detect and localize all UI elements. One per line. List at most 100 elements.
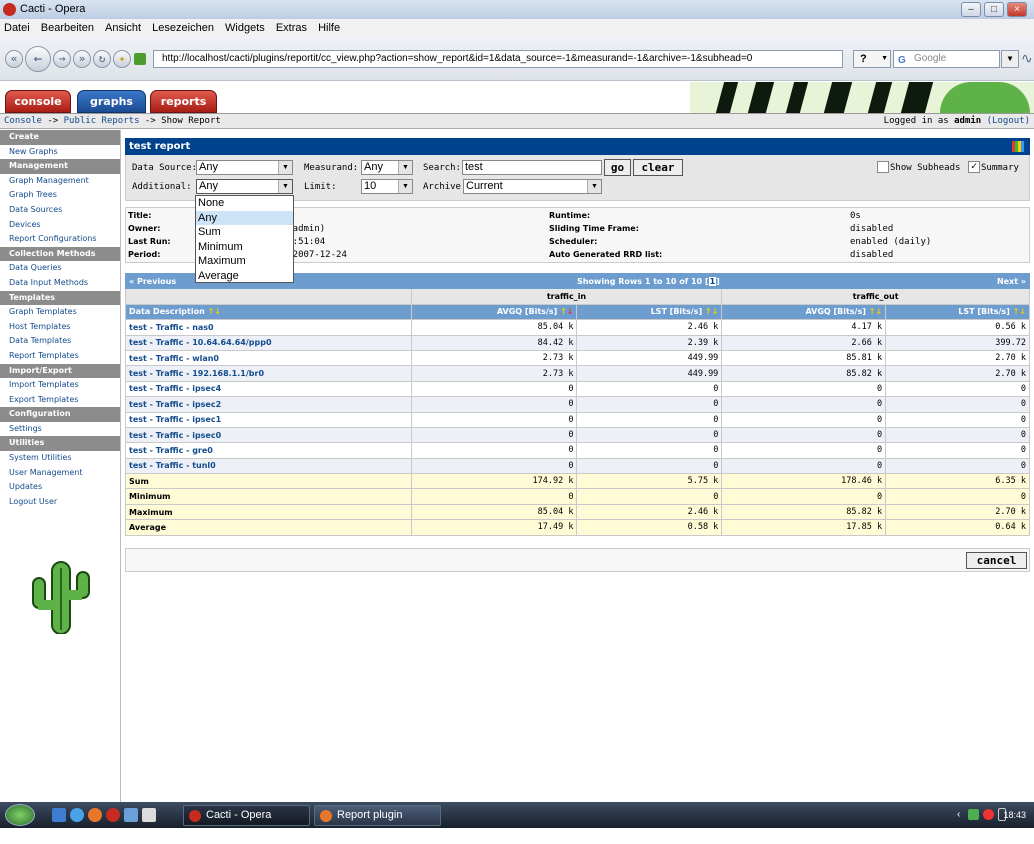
sidebar-item[interactable]: User Management: [0, 466, 120, 481]
sort-arrows-icon[interactable]: ↑↓: [869, 307, 882, 316]
start-button[interactable]: [5, 804, 35, 826]
sidebar-item[interactable]: Graph Management: [0, 174, 120, 189]
logout-link[interactable]: (Logout): [987, 116, 1030, 126]
tray-network-icon[interactable]: [968, 809, 979, 820]
sort-arrows-icon[interactable]: ↑↓: [1013, 307, 1026, 316]
sidebar-item[interactable]: Data Queries: [0, 261, 120, 276]
show-desktop-icon[interactable]: [52, 808, 66, 822]
dropdown-option[interactable]: None: [196, 196, 293, 211]
menu-widgets[interactable]: Widgets: [221, 19, 269, 37]
tray-chevron-icon[interactable]: ‹: [957, 809, 960, 820]
col-avgq-out[interactable]: AVGQ [Bits/s] ↑↓: [721, 303, 887, 321]
summary-value: 0.58 k: [576, 519, 723, 536]
search-input[interactable]: G Google: [893, 50, 1000, 68]
col-desc[interactable]: Data Description ↑↓: [125, 303, 412, 321]
address-bar[interactable]: http://localhost/cacti/plugins/reportit/…: [153, 50, 843, 68]
summary-value: 178.46 k: [721, 473, 887, 490]
next-link[interactable]: Next »: [885, 272, 1030, 290]
back-icon[interactable]: ←: [25, 46, 51, 72]
clear-button[interactable]: clear: [633, 159, 683, 176]
menu-datei[interactable]: Datei: [0, 19, 34, 37]
data-source-select[interactable]: Any ▼: [196, 160, 293, 175]
report-search-input[interactable]: test: [462, 160, 602, 175]
menu-hilfe[interactable]: Hilfe: [314, 19, 344, 37]
col-avgq-in[interactable]: AVGQ [Bits/s] ↑↓: [410, 303, 578, 321]
wand-icon[interactable]: ✦: [113, 50, 131, 68]
sort-arrows-icon[interactable]: ↑↓: [208, 307, 221, 316]
close-button[interactable]: ×: [1007, 2, 1027, 17]
task-cacti-opera[interactable]: Cacti - Opera: [183, 805, 310, 826]
row-value: 0: [576, 426, 723, 444]
tab-graphs[interactable]: graphs: [77, 90, 146, 113]
sidebar-item[interactable]: System Utilities: [0, 451, 120, 466]
sidebar-item[interactable]: Report Templates: [0, 349, 120, 364]
tab-console[interactable]: console: [5, 90, 71, 113]
search-engine-dropdown[interactable]: ▼: [1001, 50, 1019, 68]
sort-arrows-icon[interactable]: ↑↓: [705, 307, 718, 316]
tab-reports[interactable]: reports: [150, 90, 217, 113]
breadcrumb-public-reports[interactable]: Public Reports: [64, 116, 140, 126]
menu-extras[interactable]: Extras: [272, 19, 311, 37]
fast-forward-icon[interactable]: »: [73, 50, 91, 68]
sidebar-item[interactable]: Data Templates: [0, 334, 120, 349]
row-description-link[interactable]: test - Traffic - ipsec0: [125, 426, 412, 444]
sidebar-item[interactable]: Data Sources: [0, 203, 120, 218]
sidebar-item[interactable]: Import Templates: [0, 378, 120, 393]
row-description-link[interactable]: test - Traffic - ipsec1: [125, 411, 412, 428]
menu-lesezeichen[interactable]: Lesezeichen: [148, 19, 218, 37]
breadcrumb-console[interactable]: Console: [4, 116, 42, 126]
chart-icon[interactable]: [1012, 141, 1024, 152]
sidebar-item[interactable]: Report Configurations: [0, 232, 120, 247]
summary-checkbox[interactable]: ✓: [968, 161, 980, 173]
opera-icon[interactable]: [106, 808, 120, 822]
row-description-link[interactable]: test - Traffic - nas0: [125, 319, 412, 336]
row-description-link[interactable]: test - Traffic - gre0: [125, 442, 412, 459]
dropdown-option[interactable]: Any: [196, 210, 293, 225]
row-description-link[interactable]: test - Traffic - ipsec2: [125, 396, 412, 413]
minimize-button[interactable]: –: [961, 2, 981, 17]
help-button[interactable]: ? ▼: [853, 50, 891, 68]
sidebar-item[interactable]: Devices: [0, 218, 120, 233]
firefox-icon[interactable]: [88, 808, 102, 822]
show-subheads-checkbox[interactable]: [877, 161, 889, 173]
ie-icon[interactable]: [70, 808, 84, 822]
dropdown-option[interactable]: Average: [196, 269, 293, 284]
maximize-button[interactable]: □: [984, 2, 1004, 17]
row-description-link[interactable]: test - Traffic - 10.64.64.64/ppp0: [125, 334, 412, 351]
row-description-link[interactable]: test - Traffic - ipsec4: [125, 380, 412, 398]
menu-bearbeiten[interactable]: Bearbeiten: [37, 19, 98, 37]
task-report-plugin[interactable]: Report plugin "Repo...: [314, 805, 441, 840]
limit-select[interactable]: 10 ▼: [361, 179, 413, 194]
dropdown-option[interactable]: Sum: [196, 225, 293, 240]
sidebar-item[interactable]: Host Templates: [0, 320, 120, 335]
rewind-icon[interactable]: «: [5, 50, 23, 68]
sidebar-item[interactable]: Data Input Methods: [0, 276, 120, 291]
row-description-link[interactable]: test - Traffic - 192.168.1.1/br0: [125, 365, 412, 382]
tray-antivirus-icon[interactable]: [983, 809, 994, 820]
dropdown-option[interactable]: Maximum: [196, 254, 293, 269]
sidebar-item[interactable]: Updates: [0, 480, 120, 495]
editor-icon[interactable]: [142, 808, 156, 822]
col-lst-out[interactable]: LST [Bits/s] ↑↓: [885, 303, 1030, 321]
dropdown-option[interactable]: Minimum: [196, 240, 293, 255]
reload-icon[interactable]: ↻: [93, 50, 111, 68]
sidebar-item[interactable]: Export Templates: [0, 393, 120, 408]
sidebar-item[interactable]: Settings: [0, 422, 120, 437]
forward-icon[interactable]: →: [53, 50, 71, 68]
sidebar-item[interactable]: Logout User: [0, 495, 120, 510]
menu-ansicht[interactable]: Ansicht: [101, 19, 145, 37]
additional-select[interactable]: Any ▼: [196, 179, 293, 194]
sidebar-item[interactable]: Graph Templates: [0, 305, 120, 320]
app-icon[interactable]: [124, 808, 138, 822]
speed-dial-icon[interactable]: ∿: [1021, 51, 1033, 67]
row-description-link[interactable]: test - Traffic - wlan0: [125, 349, 412, 367]
col-lst-in[interactable]: LST [Bits/s] ↑↓: [576, 303, 723, 321]
sidebar-item[interactable]: Graph Trees: [0, 188, 120, 203]
sort-arrows-icon[interactable]: ↑↓: [560, 307, 573, 316]
sidebar-item[interactable]: New Graphs: [0, 145, 120, 160]
measurand-select[interactable]: Any ▼: [361, 160, 413, 175]
archive-select[interactable]: Current ▼: [463, 179, 602, 194]
go-button[interactable]: go: [604, 159, 631, 176]
cancel-button[interactable]: cancel: [966, 552, 1027, 569]
row-description-link[interactable]: test - Traffic - tunl0: [125, 457, 412, 475]
